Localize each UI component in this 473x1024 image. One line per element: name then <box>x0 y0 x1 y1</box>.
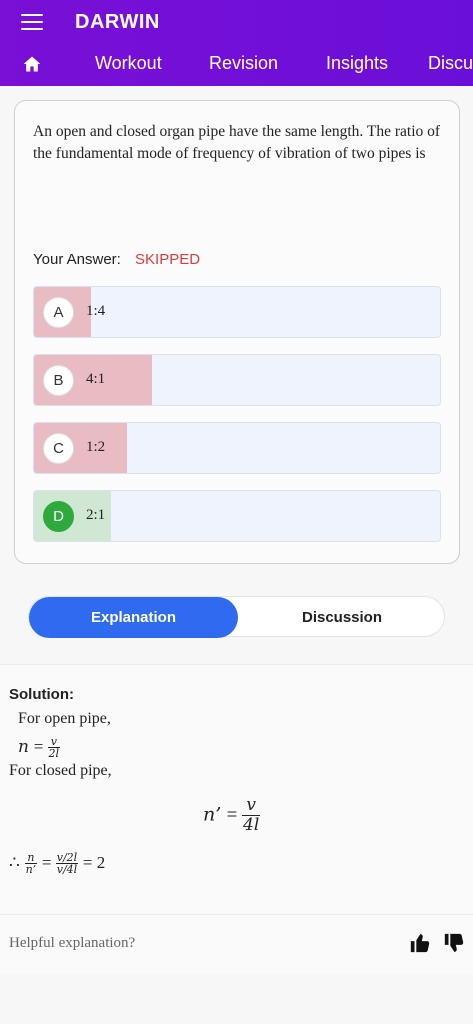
explanation-discussion-toggle: Explanation Discussion <box>28 596 446 638</box>
option-c[interactable]: C 1:2 <box>33 422 441 474</box>
question-card: An open and closed organ pipe have the s… <box>14 100 460 564</box>
eq3-right-denominator: v/4l <box>56 863 78 876</box>
option-b-text: 4:1 <box>86 371 106 387</box>
nav-tab-workout[interactable]: Workout <box>95 53 162 74</box>
option-c-text: 1:2 <box>86 439 106 455</box>
option-a-text: 1:4 <box>86 303 106 319</box>
equation-closed-pipe: n’ = v 4l <box>203 795 261 835</box>
nav-tab-insights[interactable]: Insights <box>326 53 388 74</box>
eq3-left-denominator: n’ <box>25 863 37 876</box>
tab-discussion[interactable]: Discussion <box>238 597 446 638</box>
your-answer-row: Your Answer: SKIPPED <box>33 251 200 268</box>
equation-ratio: ∴ n n’ = v/2l v/4l = 2 <box>9 851 106 876</box>
eq2-fraction: v 4l <box>242 796 261 835</box>
solution-line-closed-pipe: For closed pipe, <box>9 762 112 779</box>
home-icon[interactable] <box>22 54 42 74</box>
hamburger-menu-icon[interactable] <box>21 14 43 32</box>
eq1-fraction: v 2l <box>47 736 61 760</box>
your-answer-status: SKIPPED <box>135 251 201 268</box>
therefore-symbol: ∴ <box>9 852 20 872</box>
eq3-left-fraction: n n’ <box>24 852 38 876</box>
option-c-letter: C <box>43 433 74 464</box>
feedback-prompt: Helpful explanation? <box>9 935 136 951</box>
equation-open-pipe: n = v 2l <box>18 735 61 760</box>
tab-explanation[interactable]: Explanation <box>29 597 238 638</box>
eq2-numerator: v <box>242 796 261 816</box>
question-text: An open and closed organ pipe have the s… <box>33 123 441 162</box>
eq2-denominator: 4l <box>243 815 260 835</box>
eq3-right-fraction: v/2l v/4l <box>55 852 79 876</box>
option-a[interactable]: A 1:4 <box>33 286 441 338</box>
thumbs-down-icon[interactable] <box>443 932 465 954</box>
eq1-lhs: n <box>18 736 29 757</box>
solution-line-open-pipe: For open pipe, <box>18 710 111 727</box>
option-d-text: 2:1 <box>86 507 106 523</box>
option-d[interactable]: D 2:1 <box>33 490 441 542</box>
top-nav: Workout Revision Insights Discu <box>0 44 473 84</box>
nav-tab-discussion[interactable]: Discu <box>428 53 473 74</box>
option-d-letter: D <box>43 501 74 532</box>
app-title: DARWIN <box>75 11 160 33</box>
nav-tab-revision[interactable]: Revision <box>209 53 278 74</box>
option-a-letter: A <box>43 297 74 328</box>
option-b[interactable]: B 4:1 <box>33 354 441 406</box>
option-b-letter: B <box>43 365 74 396</box>
solution-title: Solution: <box>9 686 74 703</box>
feedback-divider <box>0 914 473 915</box>
eq3-result: 2 <box>96 852 106 872</box>
thumbs-up-icon[interactable] <box>409 932 431 954</box>
your-answer-label: Your Answer: <box>33 251 121 268</box>
eq2-lhs: n’ <box>203 803 222 826</box>
eq1-denominator: 2l <box>48 747 60 760</box>
app-header: DARWIN Workout Revision Insights Discu <box>0 0 473 86</box>
